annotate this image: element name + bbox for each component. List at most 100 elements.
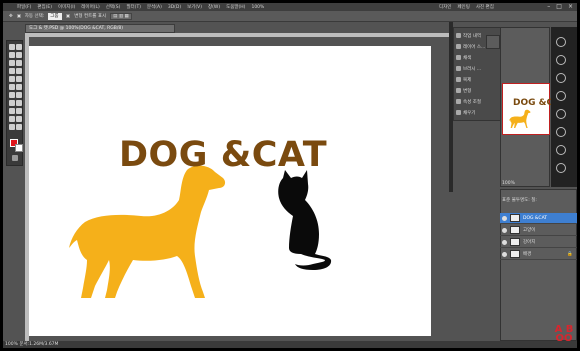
3d-rotate-tool-icon[interactable] xyxy=(9,116,15,122)
layer-row[interactable]: 배경 🔒 xyxy=(500,249,577,260)
history-item[interactable]: 속성 조절 xyxy=(456,96,502,107)
visibility-eye-icon[interactable] xyxy=(502,239,507,245)
layers-panel xyxy=(500,189,577,341)
stamp-tool-icon[interactable] xyxy=(9,76,15,82)
workspace-switcher: 디자인 페인팅 사진 편집 xyxy=(439,3,494,11)
menu-view[interactable]: 보기(V) xyxy=(187,4,202,10)
menu-window[interactable]: 창(W) xyxy=(208,4,220,10)
watermark-logo: A B OO xyxy=(554,324,574,344)
auto-select-checkbox[interactable] xyxy=(16,14,21,18)
transform-icon xyxy=(456,88,461,93)
blur-tool-icon[interactable] xyxy=(9,92,15,98)
opacity-label: 불투명도: xyxy=(511,198,530,203)
menu-analysis[interactable]: 분석(A) xyxy=(147,4,162,10)
history-snapshot-icon xyxy=(456,33,461,38)
navigator-zoom[interactable]: 100% xyxy=(502,181,515,186)
layer-row[interactable]: 강아지 xyxy=(500,237,577,248)
document-tab[interactable]: 도그 & 캣.PSD @ 100%(DOG &CAT, RGB/8) xyxy=(25,24,175,33)
status-zoom[interactable]: 100% xyxy=(5,342,18,347)
history-item[interactable]: 브러시 ... xyxy=(456,63,502,74)
visibility-eye-icon[interactable] xyxy=(502,227,507,233)
3d-camera-tool-icon[interactable] xyxy=(16,116,22,122)
path-select-tool-icon[interactable] xyxy=(9,108,15,114)
brush-tool-icon[interactable] xyxy=(16,68,22,74)
visibility-eye-icon[interactable] xyxy=(502,215,507,221)
fill-label: 칠: xyxy=(531,198,537,203)
styles-panel-icon[interactable] xyxy=(556,73,566,83)
layer-row[interactable]: 고양이 xyxy=(500,225,577,236)
maximize-icon[interactable]: □ xyxy=(556,3,562,10)
gradient-tool-icon[interactable] xyxy=(16,84,22,90)
status-bar: 100% 문서:1.26M/3.67M xyxy=(3,341,577,348)
crop-tool-icon[interactable] xyxy=(9,60,15,66)
shape-tool-icon[interactable] xyxy=(16,108,22,114)
history-item[interactable]: 채색 xyxy=(456,52,502,63)
text-tool-icon[interactable] xyxy=(16,100,22,106)
actions-panel-button[interactable] xyxy=(486,35,500,49)
lock-icon: 🔒 xyxy=(567,251,573,257)
color-panel-icon[interactable] xyxy=(556,37,566,47)
healing-tool-icon[interactable] xyxy=(9,68,15,74)
adjustments-panel-icon[interactable] xyxy=(556,91,566,101)
dog-shape xyxy=(69,165,226,298)
layers-blend-mode[interactable]: 표준 불투명도: 칠: xyxy=(502,197,537,203)
paragraph-panel-icon[interactable] xyxy=(556,163,566,173)
magic-wand-tool-icon[interactable] xyxy=(16,52,22,58)
layer-icon xyxy=(456,44,461,49)
masks-panel-icon[interactable] xyxy=(556,109,566,119)
canvas-title-text[interactable]: DOG &CAT xyxy=(119,135,327,175)
swatches-panel-icon[interactable] xyxy=(556,55,566,65)
dog-silhouette[interactable] xyxy=(69,164,229,302)
move-tool-icon[interactable]: ✥ xyxy=(9,14,13,19)
history-item[interactable]: 채우기 xyxy=(456,107,502,118)
paint-icon xyxy=(456,55,461,60)
lasso-tool-icon[interactable] xyxy=(9,52,15,58)
eraser-tool-icon[interactable] xyxy=(9,84,15,90)
move-tool-icon[interactable] xyxy=(9,44,15,50)
layer-thumbnail xyxy=(510,214,520,222)
brush-panel-icon[interactable] xyxy=(556,127,566,137)
status-doc-size: 문서:1.26M/3.67M xyxy=(19,342,59,347)
quick-mask-icon[interactable] xyxy=(12,155,18,161)
menu-help[interactable]: 도움말(H) xyxy=(226,4,245,10)
menu-select[interactable]: 선택(S) xyxy=(106,4,121,10)
zoom-tool-icon[interactable] xyxy=(16,124,22,130)
blend-mode-dropdown[interactable]: 표준 xyxy=(502,198,510,203)
window-controls: – □ × xyxy=(547,3,573,10)
eyedropper-tool-icon[interactable] xyxy=(16,60,22,66)
menu-file[interactable]: 파일(F) xyxy=(17,4,31,10)
hand-tool-icon[interactable] xyxy=(9,124,15,130)
history-item[interactable]: 복제 xyxy=(456,74,502,85)
menu-edit[interactable]: 편집(E) xyxy=(37,4,52,10)
horizontal-ruler[interactable] xyxy=(25,33,449,37)
menu-filter[interactable]: 필터(T) xyxy=(126,4,141,10)
workspace-design[interactable]: 디자인 xyxy=(439,4,451,10)
history-item[interactable]: 변형 xyxy=(456,85,502,96)
pen-tool-icon[interactable] xyxy=(9,100,15,106)
menu-layer[interactable]: 레이어(L) xyxy=(81,4,99,10)
marquee-tool-icon[interactable] xyxy=(16,44,22,50)
character-panel-icon[interactable] xyxy=(556,145,566,155)
workspace-photo[interactable]: 사진 편집 xyxy=(476,4,494,10)
menu-3d[interactable]: 3D(D) xyxy=(168,5,181,10)
auto-select-label: 자동 선택: xyxy=(24,14,45,19)
align-buttons[interactable]: ▤ ▥ ▦ xyxy=(110,12,132,20)
zoom-level[interactable]: 100% xyxy=(251,5,264,10)
dodge-tool-icon[interactable] xyxy=(16,92,22,98)
document-canvas[interactable] xyxy=(29,46,431,336)
photoshop-window: 파일(F) 편집(E) 이미지(I) 레이어(L) 선택(S) 필터(T) 분석… xyxy=(3,3,577,348)
workspace-painting[interactable]: 페인팅 xyxy=(457,4,469,10)
background-color-swatch[interactable] xyxy=(15,144,23,152)
auto-select-dropdown[interactable]: 그룹 xyxy=(48,12,63,20)
duplicate-icon xyxy=(456,77,461,82)
close-icon[interactable]: × xyxy=(568,3,573,10)
options-bar: ✥ 자동 선택: 그룹 변형 컨트롤 표시 ▤ ▥ ▦ xyxy=(3,11,577,22)
history-brush-tool-icon[interactable] xyxy=(16,76,22,82)
minimize-icon[interactable]: – xyxy=(547,3,550,10)
visibility-eye-icon[interactable] xyxy=(502,251,507,257)
show-transform-checkbox[interactable] xyxy=(66,14,71,18)
cat-silhouette[interactable] xyxy=(277,168,335,272)
layer-row[interactable]: DOG &CAT xyxy=(500,213,577,224)
menu-image[interactable]: 이미지(I) xyxy=(58,4,75,10)
tools-panel xyxy=(6,40,23,166)
